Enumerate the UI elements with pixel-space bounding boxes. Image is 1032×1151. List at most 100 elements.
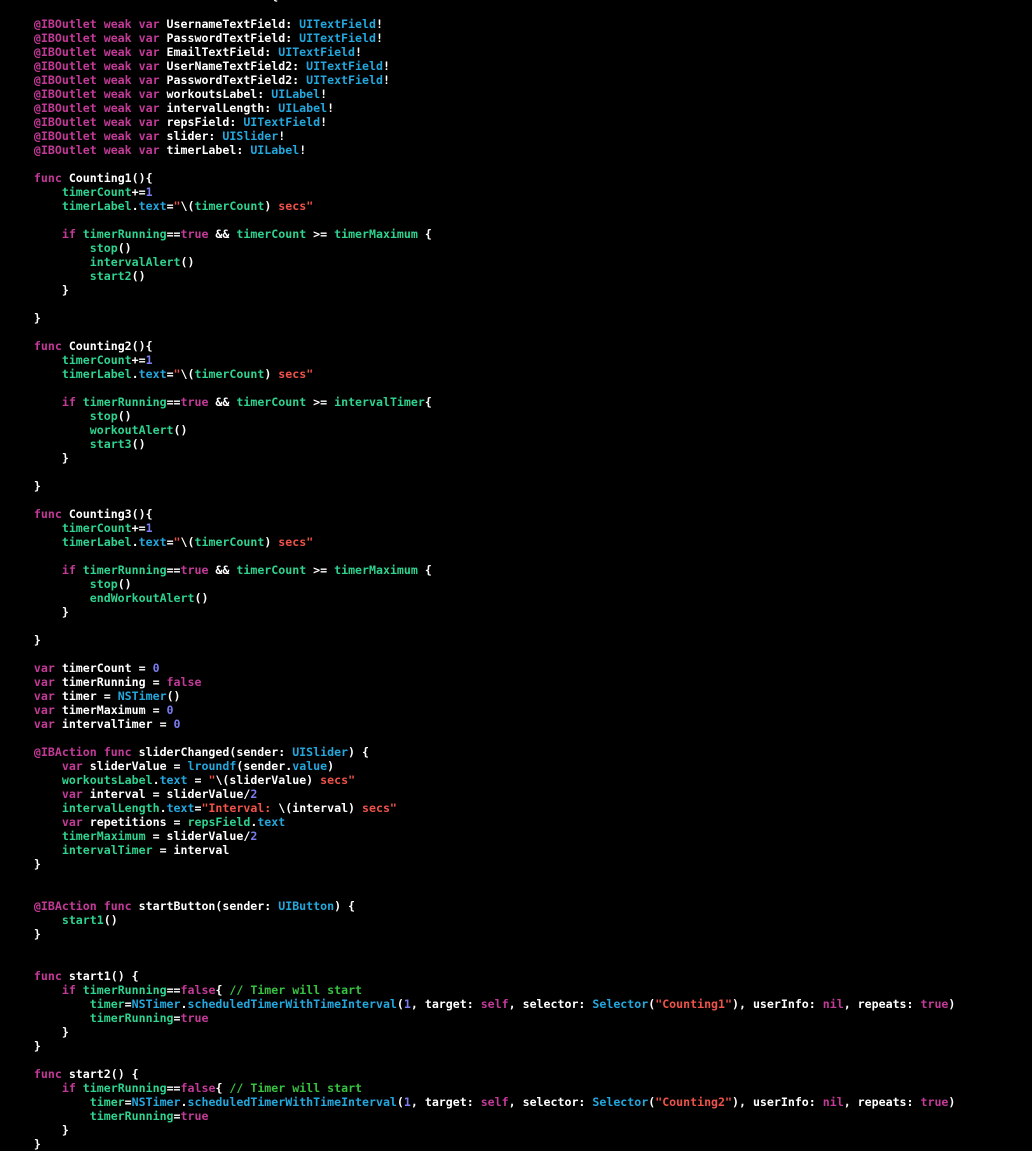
code-token: timerMaximum bbox=[334, 563, 418, 577]
code-token: ! bbox=[320, 115, 328, 129]
code-line: } bbox=[6, 479, 955, 493]
code-token: () bbox=[103, 913, 118, 927]
code-token: (sender. bbox=[236, 759, 293, 773]
code-line: var interval = sliderValue/2 bbox=[6, 787, 955, 801]
code-token: nil bbox=[822, 997, 844, 1011]
code-token: timerCount bbox=[236, 563, 307, 577]
code-line: } bbox=[6, 1025, 955, 1039]
code-token: . bbox=[180, 997, 188, 1011]
code-token: if bbox=[61, 563, 83, 577]
code-line: var timerRunning = false bbox=[6, 675, 955, 689]
code-token: \( bbox=[180, 535, 195, 549]
code-token: ViewController: bbox=[48, 0, 160, 3]
code-token: false bbox=[180, 983, 216, 997]
code-token: () bbox=[180, 255, 195, 269]
code-token: } bbox=[6, 1123, 69, 1137]
code-token: UITextField bbox=[243, 115, 321, 129]
code-token: intervalTimer = bbox=[61, 717, 174, 731]
code-token: timerRunning bbox=[82, 1081, 167, 1095]
code-token: timerCount bbox=[194, 535, 265, 549]
code-token: timerCount = bbox=[61, 661, 153, 675]
code-token: timerRunning bbox=[82, 983, 167, 997]
code-token: @IBAction func bbox=[33, 899, 139, 913]
code-token: scheduledTimerWithTimeInterval bbox=[187, 997, 397, 1011]
code-line: @IBOutlet weak var intervalLength: UILab… bbox=[6, 101, 955, 115]
code-token: var bbox=[33, 689, 62, 703]
code-token: workoutsLabel bbox=[61, 773, 153, 787]
code-line: timerCount+=1 bbox=[6, 353, 955, 367]
code-token: func bbox=[33, 507, 69, 521]
code-token: true bbox=[180, 395, 209, 409]
code-token: true bbox=[920, 1095, 949, 1109]
code-token: , selector: bbox=[508, 1095, 593, 1109]
code-token: ) bbox=[327, 759, 335, 773]
code-token: timerLabel bbox=[61, 535, 132, 549]
code-token: ), userInfo: bbox=[732, 1095, 823, 1109]
code-token: text bbox=[159, 773, 188, 787]
code-token: } bbox=[6, 927, 41, 941]
code-token: ! bbox=[278, 129, 286, 143]
code-token: UITextField bbox=[306, 73, 383, 87]
code-token: UISlider bbox=[222, 129, 279, 143]
code-token: \(interval) bbox=[278, 801, 356, 815]
code-token: var bbox=[33, 661, 62, 675]
code-line: } bbox=[6, 633, 955, 647]
code-token: 0 bbox=[173, 717, 181, 731]
code-token: { bbox=[417, 563, 432, 577]
code-token: stop bbox=[89, 241, 118, 255]
code-token: UIButton bbox=[278, 899, 335, 913]
code-line: } bbox=[6, 283, 955, 297]
code-token: >= bbox=[306, 395, 335, 409]
code-token: == bbox=[166, 1081, 181, 1095]
code-line: if timerRunning==true && timerCount >= t… bbox=[6, 563, 955, 577]
code-line: @IBAction func startButton(sender: UIBut… bbox=[6, 899, 955, 913]
code-token: intervalLength bbox=[61, 801, 160, 815]
code-token: ! bbox=[375, 17, 383, 31]
code-token: () bbox=[166, 689, 181, 703]
code-line: stop() bbox=[6, 577, 955, 591]
code-token: \( bbox=[180, 367, 195, 381]
code-token: text bbox=[257, 815, 286, 829]
code-line: var timer = NSTimer() bbox=[6, 689, 955, 703]
code-token: text bbox=[138, 199, 167, 213]
code-token: timerRunning bbox=[82, 563, 167, 577]
code-token: } bbox=[6, 857, 41, 871]
code-line: intervalAlert() bbox=[6, 255, 955, 269]
code-token: if bbox=[61, 1081, 83, 1095]
code-token: () bbox=[117, 577, 132, 591]
code-token: timerRunning bbox=[89, 1011, 174, 1025]
code-token: @IBOutlet weak var bbox=[33, 45, 167, 59]
code-editor[interactable]: class ViewController: UIViewController{ … bbox=[6, 0, 955, 1151]
code-token: true bbox=[180, 563, 209, 577]
code-token: false bbox=[166, 675, 202, 689]
code-token: start1 bbox=[61, 913, 104, 927]
code-token: timerRunning bbox=[82, 227, 167, 241]
code-line: timerRunning=true bbox=[6, 1011, 955, 1025]
code-token: \(sliderValue) bbox=[215, 773, 314, 787]
code-token: () bbox=[117, 241, 132, 255]
code-token: text bbox=[166, 801, 195, 815]
code-token: workoutsLabel: bbox=[166, 87, 272, 101]
code-token: Counting1(){ bbox=[68, 171, 153, 185]
code-token: } bbox=[6, 1025, 69, 1039]
code-line: timer=NSTimer.scheduledTimerWithTimeInte… bbox=[6, 997, 956, 1011]
